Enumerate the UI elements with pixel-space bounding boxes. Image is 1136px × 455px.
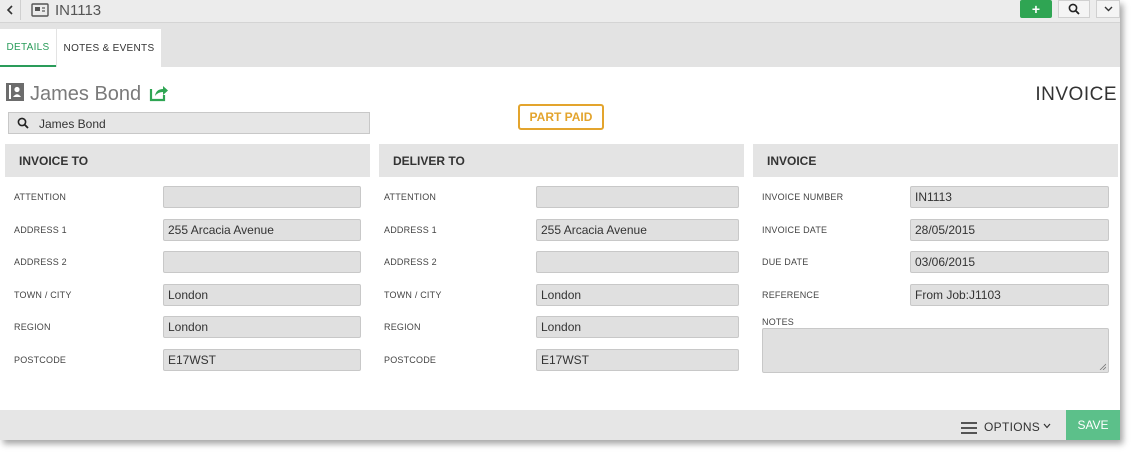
invoice-date-field[interactable]: 28/05/2015 [910,219,1109,241]
deliver-to-address2-field[interactable] [536,251,739,273]
invoice-to-region-field[interactable]: London [163,316,361,338]
search-button[interactable] [1058,0,1090,18]
notes-label: NOTES [762,317,795,327]
contact-search-value: James Bond [39,117,106,131]
back-arrow-icon [6,5,13,15]
deliver-to-address1-field[interactable]: 255 Arcacia Avenue [536,219,739,241]
invoice-to-region-label: REGION [14,322,51,332]
tab-notes-events[interactable]: NOTES & EVENTS [57,29,161,67]
options-button[interactable]: OPTIONS [984,420,1040,434]
invoice-to-town-field[interactable]: London [163,284,361,306]
document-type-title: INVOICE [1035,84,1117,105]
invoice-date-label: INVOICE DATE [762,225,828,235]
back-button[interactable] [0,0,21,20]
invoice-to-heading: INVOICE TO [5,144,370,177]
deliver-to-attention-label: ATTENTION [384,192,437,202]
deliver-to-postcode-field[interactable]: E17WST [536,349,739,371]
chevron-down-icon [1043,423,1051,429]
notes-textarea[interactable] [762,328,1109,373]
plus-icon: + [1031,1,1041,17]
invoice-to-postcode-label: POSTCODE [14,355,67,365]
more-dropdown-button[interactable] [1096,0,1120,18]
deliver-to-attention-field[interactable] [536,186,739,208]
deliver-to-region-label: REGION [384,322,421,332]
invoice-to-postcode-field[interactable]: E17WST [163,349,361,371]
deliver-to-address2-label: ADDRESS 2 [384,257,437,267]
invoice-to-attention-label: ATTENTION [14,192,67,202]
invoice-number-field[interactable]: IN1113 [910,186,1109,208]
deliver-to-postcode-label: POSTCODE [384,355,437,365]
chevron-down-icon [1104,6,1112,12]
due-date-label: DUE DATE [762,257,809,267]
add-button[interactable]: + [1020,0,1052,18]
invoice-to-attention-field[interactable] [163,186,361,208]
reference-label: REFERENCE [762,290,820,300]
hamburger-icon[interactable] [961,421,977,434]
contact-name[interactable]: James Bond [30,83,141,106]
contact-card-icon [6,83,24,101]
deliver-to-region-field[interactable]: London [536,316,739,338]
invoice-to-address2-field[interactable] [163,251,361,273]
invoice-to-address1-label: ADDRESS 1 [14,225,67,235]
share-icon[interactable] [149,84,169,102]
invoice-to-address2-label: ADDRESS 2 [14,257,67,267]
save-button[interactable]: SAVE [1066,410,1120,440]
resize-grip-icon[interactable] [1099,363,1106,370]
tab-bar: DETAILS NOTES & EVENTS [0,23,1120,67]
status-badge: PART PAID [518,104,604,130]
title-bar: IN1113 + [0,0,1120,23]
tab-details[interactable]: DETAILS [0,29,56,67]
deliver-to-heading: DELIVER TO [379,144,744,177]
search-icon [1068,3,1080,15]
contact-search-input[interactable]: James Bond [8,112,370,134]
document-icon [31,3,49,17]
deliver-to-town-field[interactable]: London [536,284,739,306]
due-date-field[interactable]: 03/06/2015 [910,251,1109,273]
search-icon [17,117,29,129]
invoice-to-town-label: TOWN / CITY [14,290,72,300]
invoice-window: IN1113 + DETAILS NOTES & EVENTS James Bo… [0,0,1120,440]
window-title: IN1113 [55,2,102,19]
deliver-to-address1-label: ADDRESS 1 [384,225,437,235]
deliver-to-town-label: TOWN / CITY [384,290,442,300]
reference-field[interactable]: From Job:J1103 [910,284,1109,306]
invoice-number-label: INVOICE NUMBER [762,192,844,202]
invoice-to-address1-field[interactable]: 255 Arcacia Avenue [163,219,361,241]
footer-bar [0,410,1120,440]
invoice-heading: INVOICE [753,144,1118,177]
